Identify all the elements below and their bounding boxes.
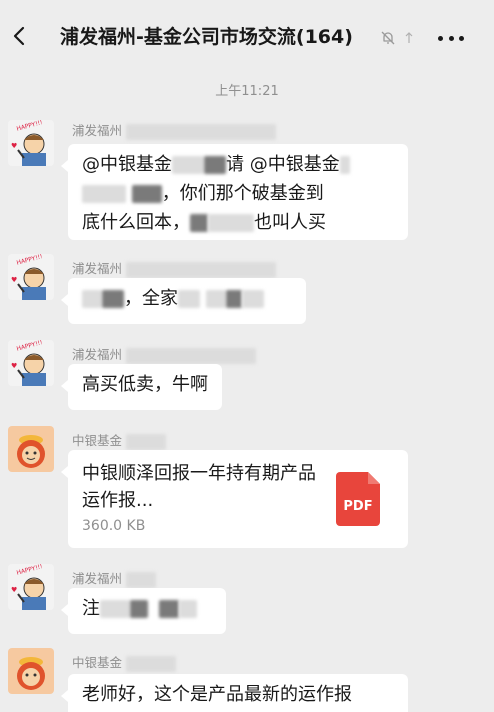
message-bubble[interactable]: 老师好，这个是产品最新的运作报 [61,674,408,712]
avatar-happy-icon[interactable]: HAPPY!!! ♥ [8,564,54,610]
message-timestamp: 上午11:21 [215,84,279,99]
status-icon [405,32,413,43]
message-bubble[interactable]: ，全家 [61,278,306,324]
sender-name: 中银基金 [72,430,166,450]
svg-text:♥: ♥ [11,362,17,370]
sender-name: 浦发福州 [72,258,276,278]
svg-text:♥: ♥ [11,142,17,150]
chevron-left-icon[interactable] [8,24,32,48]
message-bubble[interactable]: 注 [61,588,226,634]
sender-name: 浦发福州 [72,120,276,140]
message-bubble[interactable]: @中银基金请 @中银基金 ，你们那个破基金到 底什么回本， 也叫人买 [61,144,408,240]
chat-header: 浦发福州-基金公司市场交流(164) [0,0,494,72]
avatar-lion-icon[interactable] [8,426,54,472]
sender-name: 中银基金 [72,652,176,672]
chat-title: 浦发福州-基金公司市场交流(164) [60,26,353,48]
avatar-happy-icon[interactable]: HAPPY!!! ♥ [8,120,54,166]
message-bubble[interactable]: 高买低卖，牛啊 [61,364,222,410]
sender-name: 浦发福州 [72,344,256,364]
sender-name: 浦发福州 [72,568,156,588]
more-dots-icon[interactable] [438,26,464,50]
file-name: 中银顺泽回报一年持有期产品运作报... [82,463,316,511]
avatar-happy-icon[interactable]: HAPPY!!! ♥ [8,254,54,300]
pdf-file-icon [336,472,380,526]
svg-text:♥: ♥ [11,276,17,284]
avatar-lion-icon[interactable] [8,648,54,694]
file-attachment[interactable]: 中银顺泽回报一年持有期产品运作报... 360.0 KB PDF [61,450,408,548]
svg-text:♥: ♥ [11,586,17,594]
bell-off-icon [381,31,395,45]
avatar-happy-icon[interactable]: HAPPY!!! ♥ [8,340,54,386]
